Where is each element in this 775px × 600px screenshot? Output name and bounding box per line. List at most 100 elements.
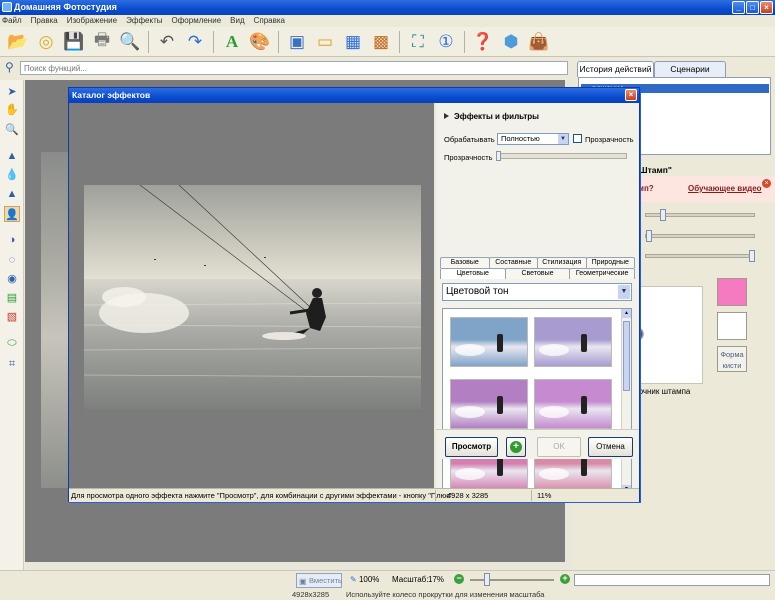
effect-thumbnail-grid: ▲ ▼ (442, 308, 632, 496)
zoom-slider-thumb[interactable] (484, 573, 491, 586)
color-tool-icon[interactable]: ▤ (4, 290, 20, 306)
menu-image[interactable]: Изображение (67, 15, 117, 27)
redeye-tool-icon[interactable]: ◉ (4, 271, 20, 287)
tab-geometric[interactable]: Геометрические (569, 268, 636, 279)
tab-color[interactable]: Цветовые (440, 268, 506, 279)
tab-natural[interactable]: Природные (585, 257, 635, 268)
dialog-close-icon[interactable]: × (625, 89, 637, 101)
menu-help[interactable]: Справка (254, 15, 285, 27)
search-input[interactable] (20, 61, 568, 75)
zoom-100-button[interactable]: ✎ 100% (350, 575, 379, 584)
redo-icon[interactable]: ↷ (183, 30, 207, 54)
menu-edit[interactable]: Правка (31, 15, 58, 27)
effect-thumbnail[interactable] (450, 317, 528, 367)
tutorial-video-link[interactable]: Обучающее видео (688, 184, 762, 193)
zoom-in-icon[interactable]: + (560, 574, 570, 584)
transparency-checkbox[interactable] (573, 134, 582, 143)
minimize-button[interactable]: _ (732, 1, 745, 14)
text-icon[interactable]: A (220, 30, 244, 54)
print-preview-icon[interactable]: 🔍 (118, 30, 142, 54)
zoom-out-icon[interactable]: − (454, 574, 464, 584)
bag-icon[interactable]: 👜 (527, 30, 551, 54)
tab-basic[interactable]: Базовые (440, 257, 490, 268)
eraser-tool-icon[interactable]: ⬭ (4, 335, 20, 351)
package-icon[interactable]: ⬢ (499, 30, 523, 54)
print-icon[interactable]: 🖶 (90, 30, 114, 54)
ok-button[interactable]: OK (537, 437, 581, 457)
brush-opacity-slider[interactable] (645, 250, 755, 262)
pointer-tool-icon[interactable]: ➤ (4, 84, 20, 100)
actual-size-icon[interactable]: ① (434, 30, 458, 54)
preview-button[interactable]: Просмотр (445, 437, 498, 457)
brush-size-slider[interactable] (645, 209, 755, 221)
thumbnail-scrollbar[interactable]: ▲ ▼ (621, 309, 631, 495)
app-title: Домашняя Фотостудия (14, 2, 117, 12)
dialog-title: Каталог эффектов (72, 90, 151, 100)
status-dimensions: 4928x3285 (292, 590, 330, 599)
brush-form-button[interactable]: Форма кисти (717, 346, 747, 372)
sharpen-tool-icon[interactable]: ▲ (4, 148, 20, 164)
add-effect-button[interactable]: + (506, 437, 526, 457)
scroll-up-icon[interactable]: ▲ (622, 309, 631, 318)
effect-thumbnail[interactable] (450, 379, 528, 429)
open-folder-icon[interactable]: 📂 (6, 30, 30, 54)
fit-screen-icon[interactable]: ⛶ (406, 30, 430, 54)
maximize-button[interactable]: □ (746, 1, 759, 14)
help-icon[interactable]: ❓ (471, 30, 495, 54)
transparency-slider[interactable] (496, 151, 627, 161)
replace-color-tool-icon[interactable]: ▧ (4, 309, 20, 325)
save-icon[interactable]: 💾 (62, 30, 86, 54)
tab-stylization[interactable]: Стилизация (537, 257, 587, 268)
dialog-titlebar: Каталог эффектов × (69, 88, 639, 103)
cancel-button[interactable]: Отмена (588, 437, 633, 457)
workspace-hscroll[interactable] (25, 562, 572, 570)
browse-icon[interactable]: ◎ (34, 30, 58, 54)
transparency-slider-thumb[interactable] (496, 151, 501, 161)
contrast-tool-icon[interactable]: ◑ (4, 232, 20, 248)
dodge-tool-icon[interactable]: ◌ (4, 252, 20, 268)
tab-scenarios[interactable]: Сценарии (654, 61, 726, 77)
undo-icon[interactable]: ↶ (155, 30, 179, 54)
stamp-tool-icon[interactable]: 👤 (4, 206, 20, 222)
calendar-icon[interactable]: ▦ (341, 30, 365, 54)
crop-tool-icon[interactable]: ⌗ (4, 356, 20, 372)
brush-hardness-slider[interactable] (645, 230, 755, 242)
palette-icon[interactable]: 🎨 (248, 30, 272, 54)
brush-color-swatch[interactable] (717, 278, 747, 306)
scrollbar-thumb[interactable] (623, 321, 630, 391)
close-hint-icon[interactable]: × (762, 179, 771, 188)
menu-view[interactable]: Вид (230, 15, 244, 27)
app-titlebar: Домашняя Фотостудия _ □ × (0, 0, 775, 15)
process-select[interactable]: Полностью ▼ (497, 133, 569, 145)
blur-tool-icon[interactable]: 💧 (4, 167, 20, 183)
fit-icon: ▣ (299, 577, 307, 586)
effects-tabs-row2: Цветовые Световые Геометрические (440, 268, 636, 279)
postcard-icon[interactable]: ▭ (313, 30, 337, 54)
hand-tool-icon[interactable]: ✋ (4, 102, 20, 118)
close-button[interactable]: × (760, 1, 773, 14)
menu-design[interactable]: Оформление (171, 15, 221, 27)
zoom-100-icon: ✎ (350, 575, 357, 584)
secondary-color-swatch[interactable] (717, 312, 747, 340)
frame-icon[interactable]: ▣ (285, 30, 309, 54)
zoom-track[interactable] (470, 579, 554, 581)
tab-light[interactable]: Световые (504, 268, 571, 279)
menu-file[interactable]: Файл (2, 15, 22, 27)
effect-category-select[interactable]: Цветовой тон ▼ (442, 283, 632, 301)
thumbnail-figure (581, 396, 587, 414)
plus-icon: + (510, 441, 522, 453)
menu-effects[interactable]: Эффекты (126, 15, 162, 27)
thumbnail-splash (539, 406, 569, 418)
fit-button[interactable]: ▣ Вместить (296, 573, 342, 588)
collage-icon[interactable]: ▩ (369, 30, 393, 54)
tab-composite[interactable]: Составные (488, 257, 538, 268)
zoom-tool-icon[interactable]: 🔍 (4, 122, 20, 138)
thumbnail-figure (497, 458, 503, 476)
thumbnail-figure (581, 458, 587, 476)
thumbnail-splash (539, 468, 569, 480)
dialog-status-bar: Для просмотра одного эффекта нажмите "Пр… (69, 488, 639, 502)
effect-thumbnail[interactable] (534, 379, 612, 429)
tab-history[interactable]: История действий (577, 61, 654, 77)
effect-thumbnail[interactable] (534, 317, 612, 367)
smudge-tool-icon[interactable]: ▲ (4, 186, 20, 202)
